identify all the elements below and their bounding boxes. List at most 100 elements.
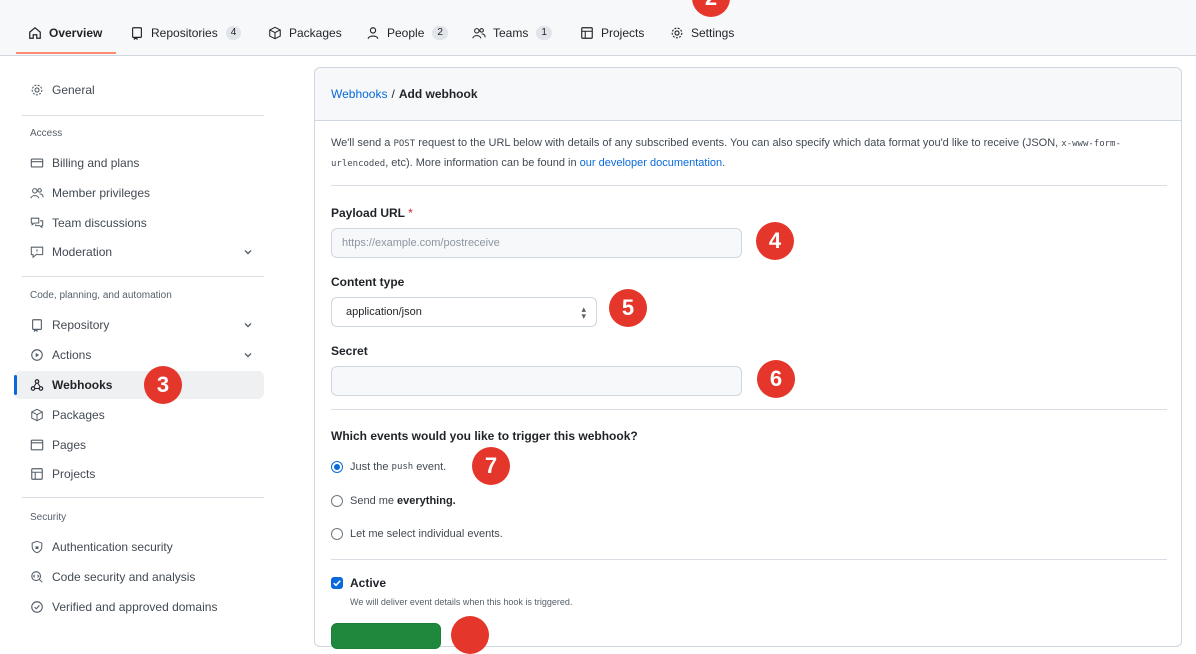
radio-push-event[interactable]: Just the push event. <box>331 461 446 473</box>
repo-icon <box>30 318 44 332</box>
developer-documentation-link[interactable]: our developer documentation <box>580 157 722 169</box>
step-badge-partial <box>451 616 489 654</box>
nav-people-label: People <box>387 26 425 40</box>
sidebar-item-label: Authentication security <box>52 540 173 554</box>
payload-url-input[interactable] <box>331 228 742 258</box>
radio-individual-text: Let me select individual events. <box>350 528 503 540</box>
sidebar-item-member-privileges[interactable]: Member privileges <box>14 179 264 207</box>
sidebar-item-label: Code security and analysis <box>52 570 196 584</box>
sidebar-item-general[interactable]: General <box>14 76 264 104</box>
breadcrumb: Webhooks / Add webhook <box>315 68 1181 121</box>
intro-code-post: POST <box>393 139 416 149</box>
nav-teams-label: Teams <box>493 26 529 40</box>
radio-push-code: push <box>391 462 414 472</box>
nav-projects-tab[interactable]: Projects <box>580 18 644 48</box>
section-divider <box>331 409 1167 410</box>
table-icon <box>30 467 44 481</box>
table-icon <box>580 26 594 40</box>
people-count: 2 <box>432 26 448 40</box>
active-tab-underline <box>16 52 116 54</box>
intro-text-part: . <box>722 157 726 169</box>
teams-count: 1 <box>536 26 552 40</box>
sidebar-item-label: Billing and plans <box>52 156 140 170</box>
sidebar-item-code-security[interactable]: Code security and analysis <box>14 563 264 591</box>
page-title: Add webhook <box>398 87 478 101</box>
sidebar-item-actions[interactable]: Actions <box>14 341 264 369</box>
content-type-value: application/json <box>346 306 422 318</box>
sidebar-heading-security: Security <box>30 512 67 523</box>
step-badge-7: 7 <box>472 447 510 485</box>
sidebar-item-pages[interactable]: Pages <box>14 431 264 459</box>
shield-lock-icon <box>30 540 44 554</box>
secret-label: Secret <box>331 344 368 358</box>
content-type-select[interactable]: application/json ▴ ▾ <box>331 297 597 327</box>
radio-push-text: event. <box>416 461 447 473</box>
nav-settings-tab[interactable]: Settings <box>670 18 734 48</box>
sidebar-item-billing[interactable]: Billing and plans <box>14 149 264 177</box>
chevron-down-icon <box>244 250 252 255</box>
add-webhook-panel: Webhooks / Add webhook We'll send a POST… <box>314 67 1182 649</box>
step-badge-5: 5 <box>609 289 647 327</box>
gear-icon <box>30 83 44 97</box>
secret-input[interactable] <box>331 366 742 396</box>
active-label: Active <box>350 576 387 590</box>
sidebar-heading-code: Code, planning, and automation <box>30 290 172 301</box>
people-icon <box>472 26 486 40</box>
sidebar-item-label: Pages <box>52 438 87 452</box>
sidebar-item-moderation[interactable]: Moderation <box>14 238 264 266</box>
repo-icon <box>130 26 144 40</box>
nav-packages-tab[interactable]: Packages <box>268 18 342 48</box>
browser-icon <box>30 438 44 452</box>
nav-projects-label: Projects <box>601 26 645 40</box>
nav-teams-tab[interactable]: Teams 1 <box>472 18 552 48</box>
step-badge-4: 4 <box>756 222 794 260</box>
credit-card-icon <box>30 156 44 170</box>
home-icon <box>28 26 42 40</box>
codescan-icon <box>30 570 44 584</box>
payload-url-label-text: Payload URL <box>331 206 405 220</box>
play-icon <box>30 348 44 362</box>
radio-everything[interactable]: Send me everything. <box>331 495 456 507</box>
active-checkbox[interactable] <box>331 577 343 589</box>
add-webhook-button[interactable] <box>331 623 441 649</box>
sidebar-item-repository[interactable]: Repository <box>14 311 264 339</box>
check-circle-icon <box>30 600 44 614</box>
sidebar-item-label: Projects <box>52 467 96 481</box>
nav-settings-label: Settings <box>691 26 735 40</box>
step-badge-6: 6 <box>757 360 795 398</box>
radio-button-checked[interactable] <box>331 461 343 473</box>
nav-people-tab[interactable]: People 2 <box>366 18 448 48</box>
nav-overview-tab[interactable]: Overview <box>28 18 102 48</box>
radio-button[interactable] <box>331 528 343 540</box>
breadcrumb-webhooks-link[interactable]: Webhooks <box>331 87 387 101</box>
nav-overview-label: Overview <box>49 26 103 40</box>
repositories-count: 4 <box>225 26 242 40</box>
sidebar-item-label: Team discussions <box>52 216 147 230</box>
nav-repositories-tab[interactable]: Repositories 4 <box>130 18 242 48</box>
sidebar-heading-access: Access <box>30 128 63 139</box>
radio-individual-events[interactable]: Let me select individual events. <box>331 528 503 540</box>
sidebar-item-webhooks[interactable]: Webhooks <box>14 371 264 399</box>
radio-push-text: Just the <box>350 461 389 473</box>
comment-discussion-icon <box>30 216 44 230</box>
intro-text-part: We'll send a <box>331 137 391 149</box>
sidebar-item-label: Verified and approved domains <box>52 600 218 614</box>
sidebar-divider <box>22 276 264 277</box>
select-arrows-icon: ▴ ▾ <box>581 304 586 321</box>
sidebar-item-verified-domains[interactable]: Verified and approved domains <box>14 593 264 621</box>
sidebar-divider <box>22 497 264 498</box>
intro-text-part: , etc). More information can be found in <box>385 157 577 169</box>
section-divider <box>331 185 1167 186</box>
people-icon <box>30 186 44 200</box>
step-badge-3: 3 <box>144 366 182 404</box>
sidebar-item-packages[interactable]: Packages <box>14 401 264 429</box>
sidebar-item-projects[interactable]: Projects <box>14 460 264 488</box>
radio-button[interactable] <box>331 495 343 507</box>
intro-text-part: request to the URL below with details of… <box>418 137 1059 149</box>
sidebar-item-label: Moderation <box>52 245 113 259</box>
radio-everything-bold: everything. <box>397 495 456 507</box>
sidebar-item-authentication-security[interactable]: Authentication security <box>14 533 264 561</box>
sidebar-item-team-discussions[interactable]: Team discussions <box>14 209 264 237</box>
report-icon <box>30 245 44 259</box>
package-icon <box>30 408 44 422</box>
